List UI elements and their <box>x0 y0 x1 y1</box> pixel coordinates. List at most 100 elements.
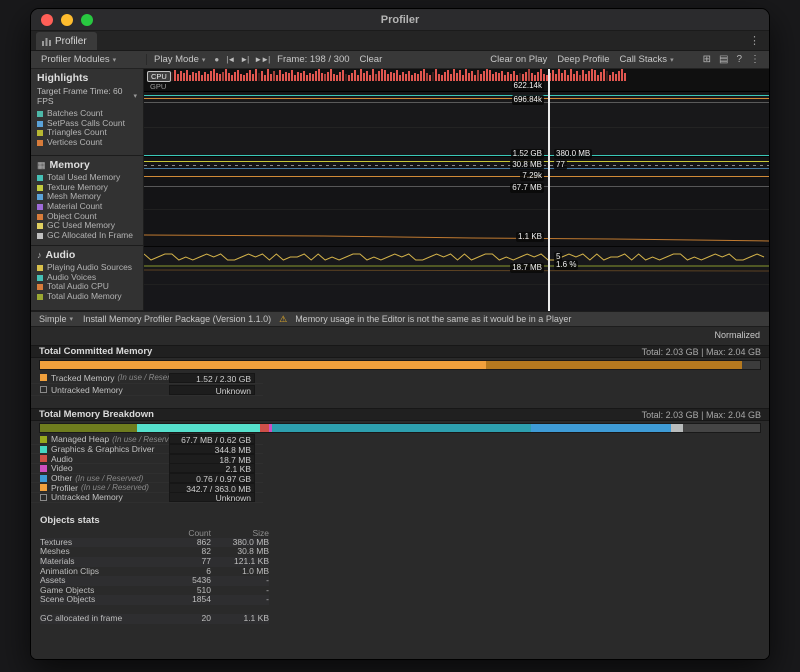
counter-setpass-calls-count[interactable]: SetPass Calls Count <box>31 119 143 129</box>
toolbar: Profiler Modules ▾ Play Mode ▾ ● |◄ ►| ►… <box>31 51 769 69</box>
counter-label: Playing Audio Sources <box>47 263 132 273</box>
minimize-button[interactable] <box>61 14 73 26</box>
zoom-button[interactable] <box>81 14 93 26</box>
object-size: 1.0 MB <box>211 567 269 577</box>
module-highlights[interactable]: Highlights Target Frame Time: 60 FPS ▾ B… <box>31 69 143 156</box>
play-mode-dropdown[interactable]: Play Mode ▾ <box>149 51 210 68</box>
counter-label: Vertices Count <box>47 138 102 148</box>
target-frame-time-dropdown[interactable]: Target Frame Time: 60 FPS ▾ <box>31 86 143 109</box>
counter-material-count[interactable]: Material Count <box>31 202 143 212</box>
help-icon[interactable]: ? <box>736 54 742 65</box>
clear-on-play-button[interactable]: Clear on Play <box>485 51 552 68</box>
current-frame-button[interactable]: ►►| <box>251 55 272 64</box>
playhead[interactable] <box>548 69 550 311</box>
counter-triangles-count[interactable]: Triangles Count <box>31 128 143 138</box>
legend-swatch <box>40 446 47 453</box>
module-audio-header: ♪ Audio <box>31 246 143 263</box>
objects-stats-row: Scene Objects1854- <box>40 595 269 605</box>
detail-pane-toolbar: Simple ▾ Install Memory Profiler Package… <box>31 311 769 327</box>
legend-row-tracked-memory[interactable]: Tracked Memory(In use / Reserved)1.52 / … <box>31 372 263 384</box>
chart-value-label: 30.8 MB <box>510 160 544 170</box>
counter-total-audio-memory[interactable]: Total Audio Memory <box>31 292 143 302</box>
counter-label: Material Count <box>47 202 102 212</box>
counter-swatch <box>37 140 43 146</box>
committed-memory-title: Total Committed Memory <box>39 346 152 357</box>
counter-total-used-memory[interactable]: Total Used Memory <box>31 173 143 183</box>
counter-gc-allocated-in-frame[interactable]: GC Allocated In Frame <box>31 231 143 241</box>
previous-frame-button[interactable]: |◄ <box>223 55 237 64</box>
module-audio[interactable]: ♪ Audio Playing Audio SourcesAudio Voice… <box>31 246 143 311</box>
counter-label: Object Count <box>47 212 97 222</box>
counter-swatch <box>37 111 43 117</box>
kebab-menu-icon[interactable]: ⋮ <box>750 54 760 65</box>
counter-label: Texture Memory <box>47 183 108 193</box>
counter-vertices-count[interactable]: Vertices Count <box>31 138 143 148</box>
record-button[interactable]: ● <box>210 55 223 64</box>
tab-label: Profiler <box>55 36 87 47</box>
module-name: Audio <box>46 249 76 261</box>
counter-label: GC Allocated In Frame <box>47 231 133 241</box>
chevron-down-icon: ▾ <box>113 56 117 64</box>
tab-profiler[interactable]: Profiler <box>36 32 97 50</box>
manual-icon[interactable]: ▤ <box>719 54 728 65</box>
legend-row-untracked-memory[interactable]: Untracked MemoryUnknown <box>31 493 263 503</box>
counter-mesh-memory[interactable]: Mesh Memory <box>31 192 143 202</box>
counter-object-count[interactable]: Object Count <box>31 212 143 222</box>
gpu-track-toggle[interactable]: GPU <box>150 82 166 91</box>
object-size: - <box>211 576 269 586</box>
legend-swatch <box>40 484 47 491</box>
counter-playing-audio-sources[interactable]: Playing Audio Sources <box>31 263 143 273</box>
counter-audio-voices[interactable]: Audio Voices <box>31 273 143 283</box>
close-button[interactable] <box>41 14 53 26</box>
counter-swatch <box>37 284 43 290</box>
objects-stats-row: Textures862380.0 MB <box>40 538 269 548</box>
layout-grid-icon[interactable]: ⊞ <box>703 54 711 65</box>
audio-icon: ♪ <box>37 250 42 260</box>
counter-label: Mesh Memory <box>47 192 101 202</box>
legend-swatch <box>40 475 47 482</box>
legend-swatch <box>40 455 47 462</box>
toolbar-separator <box>146 54 147 65</box>
object-count: 1854 <box>163 595 211 605</box>
chart-value-label: 7.29k <box>520 171 544 181</box>
objects-stats-rows: Textures862380.0 MBMeshes8230.8 MBMateri… <box>40 538 269 605</box>
module-memory[interactable]: ▦ Memory Total Used MemoryTexture Memory… <box>31 156 143 246</box>
counter-texture-memory[interactable]: Texture Memory <box>31 183 143 193</box>
profiler-modules-dropdown[interactable]: Profiler Modules ▾ <box>36 51 144 68</box>
detail-view-dropdown[interactable]: Simple ▾ <box>37 312 75 326</box>
gc-allocated-row: GC allocated in frame 20 1.1 KB <box>40 614 269 624</box>
legend-row-untracked-memory[interactable]: Untracked MemoryUnknown <box>31 384 263 396</box>
legend-note: (In use / Reserved) <box>81 483 149 492</box>
committed-memory-bar <box>39 360 761 370</box>
chevron-down-icon: ▾ <box>202 56 206 64</box>
legend-label: Graphics & Graphics Driver <box>51 444 154 454</box>
tab-kebab-menu-icon[interactable]: ⋮ <box>749 34 769 50</box>
deep-profile-button[interactable]: Deep Profile <box>552 51 614 68</box>
counter-gc-used-memory[interactable]: GC Used Memory <box>31 221 143 231</box>
counter-swatch <box>37 223 43 229</box>
object-name: Textures <box>40 538 163 548</box>
legend-swatch <box>40 465 47 472</box>
legend-swatch <box>40 374 47 381</box>
gc-row-count: 20 <box>163 614 211 624</box>
counter-swatch <box>37 130 43 136</box>
counter-batches-count[interactable]: Batches Count <box>31 109 143 119</box>
objects-stats-row: Game Objects510- <box>40 586 269 596</box>
cpu-track-toggle[interactable]: CPU <box>147 71 171 82</box>
memory-bar-segment <box>137 424 259 432</box>
traffic-lights <box>41 14 93 26</box>
install-memory-profiler-button[interactable]: Install Memory Profiler Package (Version… <box>83 314 271 324</box>
profiler-chart[interactable]: CPU GPU 622.14k696.84k1.52 GB380.0 MB30 <box>144 69 769 311</box>
memory-bar-segment <box>671 424 683 432</box>
memory-breakdown-legend: Managed Heap(In use / Reserved)67.7 MB /… <box>31 435 263 503</box>
counter-swatch <box>37 265 43 271</box>
normalized-toggle[interactable]: Normalized <box>714 330 760 340</box>
counter-total-audio-cpu[interactable]: Total Audio CPU <box>31 282 143 292</box>
clear-button[interactable]: Clear <box>355 51 388 68</box>
counter-swatch <box>37 294 43 300</box>
call-stacks-dropdown[interactable]: Call Stacks ▾ <box>615 51 679 68</box>
memory-bar-segment <box>40 424 137 432</box>
module-name: Memory <box>50 159 90 171</box>
profiler-modules-label: Profiler Modules <box>41 54 110 65</box>
next-frame-button[interactable]: ►| <box>237 55 251 64</box>
